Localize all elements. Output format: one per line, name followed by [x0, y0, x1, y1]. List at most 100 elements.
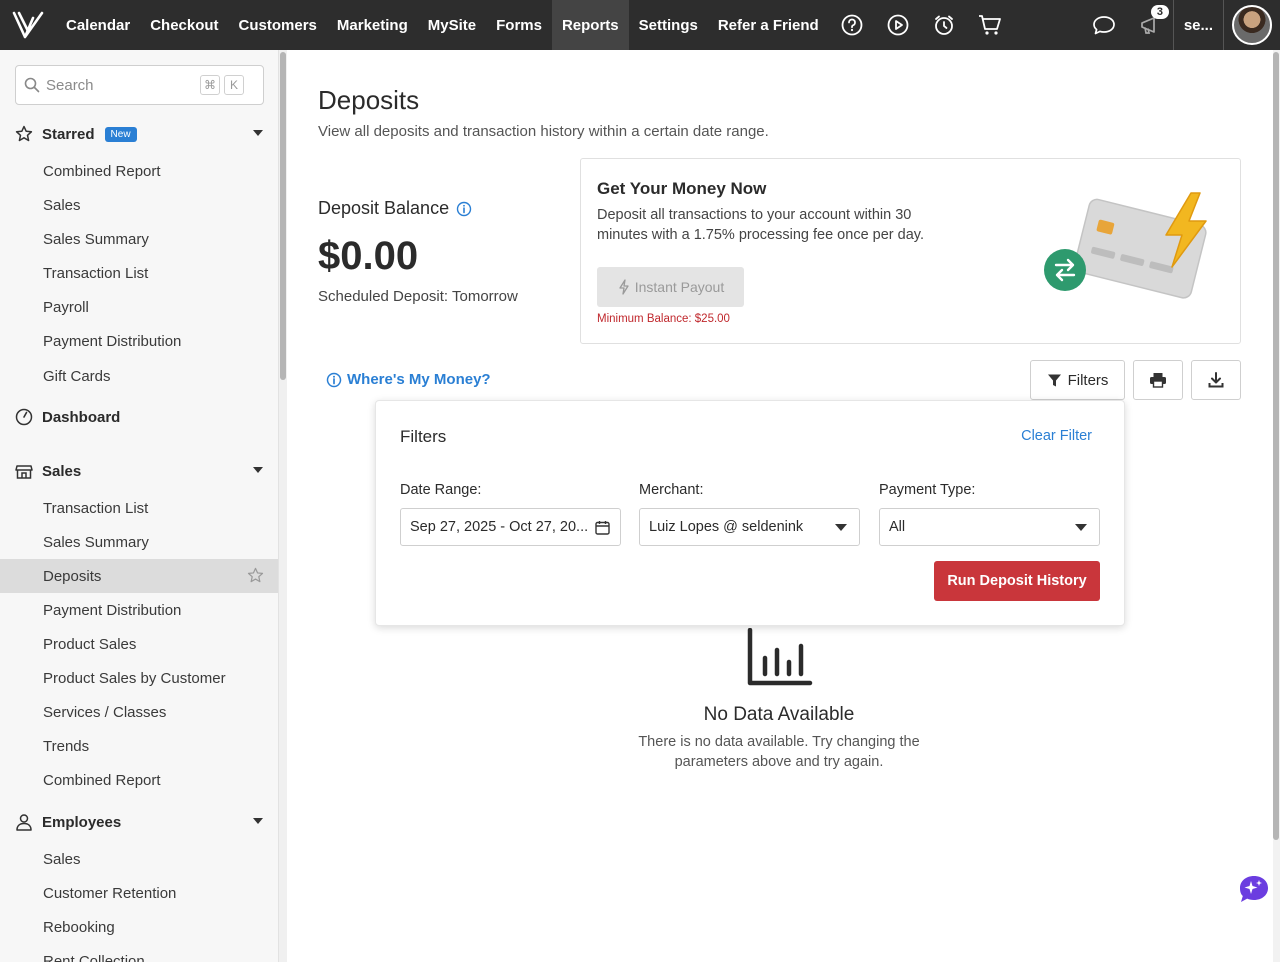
- clear-filter-link[interactable]: Clear Filter: [1021, 428, 1092, 444]
- instant-payout-label: Instant Payout: [634, 279, 725, 295]
- cart-icon[interactable]: [967, 0, 1013, 50]
- download-icon: [1208, 372, 1224, 388]
- sales-item-combined-report[interactable]: Combined Report: [0, 763, 278, 797]
- sales-item-sales-summary[interactable]: Sales Summary: [0, 525, 278, 559]
- employees-item-customer-retention[interactable]: Customer Retention: [0, 876, 278, 910]
- starred-item-payment-distribution[interactable]: Payment Distribution: [0, 324, 278, 358]
- merchant-value: Luiz Lopes @ seldenink: [649, 519, 804, 535]
- new-badge: New: [104, 126, 137, 142]
- vagaro-logo[interactable]: [0, 0, 56, 50]
- starred-item-gift-cards[interactable]: Gift Cards: [0, 359, 278, 393]
- employees-item-sales[interactable]: Sales: [0, 842, 278, 876]
- sidebar-scrollbar[interactable]: [279, 50, 287, 962]
- sales-item-trends[interactable]: Trends: [0, 729, 278, 763]
- filter-icon: [1047, 374, 1061, 386]
- merchant-label: Merchant:: [639, 482, 704, 498]
- nav-reports[interactable]: Reports: [551, 0, 629, 50]
- minimum-balance-note: Minimum Balance: $25.00: [597, 313, 730, 325]
- nav-calendar[interactable]: Calendar: [56, 0, 140, 50]
- avatar-image: [1232, 5, 1272, 45]
- star-icon: [15, 125, 33, 143]
- nav-refer-a-friend[interactable]: Refer a Friend: [708, 0, 829, 50]
- nav-checkout[interactable]: Checkout: [140, 0, 228, 50]
- play-video-icon[interactable]: [875, 0, 921, 50]
- sidebar: ⌘ K Starred New Combined Report Sales Sa…: [0, 50, 279, 962]
- lightning-icon: [619, 279, 629, 295]
- section-dashboard[interactable]: Dashboard: [0, 402, 278, 432]
- nav-marketing[interactable]: Marketing: [327, 0, 418, 50]
- sidebar-scrollbar-thumb[interactable]: [280, 52, 286, 380]
- run-deposit-history-button[interactable]: Run Deposit History: [934, 561, 1100, 601]
- wheres-my-money-link[interactable]: Where's My Money?: [326, 371, 491, 388]
- sales-item-transaction-list[interactable]: Transaction List: [0, 491, 278, 525]
- page-subtitle: View all deposits and transaction histor…: [318, 123, 769, 140]
- user-menu[interactable]: se...: [1172, 0, 1224, 50]
- payment-type-value: All: [889, 519, 906, 535]
- promo-description: Deposit all transactions to your account…: [597, 207, 924, 243]
- instant-payout-button[interactable]: Instant Payout: [597, 267, 744, 307]
- payment-type-label: Payment Type:: [879, 482, 976, 498]
- favorite-star-icon[interactable]: [247, 567, 264, 588]
- starred-item-transaction-list[interactable]: Transaction List: [0, 256, 278, 290]
- page-scrollbar-thumb[interactable]: [1273, 52, 1279, 840]
- chevron-down-icon: [1075, 524, 1087, 531]
- chat-icon[interactable]: [1081, 0, 1127, 50]
- credit-card-lightning-illustration: [1044, 192, 1207, 299]
- ai-assistant-sparkle-icon[interactable]: [1238, 874, 1270, 904]
- info-icon: [326, 372, 342, 387]
- section-starred[interactable]: Starred New: [0, 119, 278, 149]
- notifications-button[interactable]: 3: [1127, 0, 1173, 50]
- download-button[interactable]: [1191, 360, 1241, 400]
- starred-item-payroll[interactable]: Payroll: [0, 290, 278, 324]
- main-content: Deposits View all deposits and transacti…: [287, 50, 1273, 962]
- nav-settings[interactable]: Settings: [629, 0, 708, 50]
- starred-item-sales-summary[interactable]: Sales Summary: [0, 222, 278, 256]
- page-scrollbar[interactable]: [1273, 50, 1280, 962]
- section-dashboard-label: Dashboard: [42, 408, 121, 426]
- merchant-select[interactable]: Luiz Lopes @ seldenink: [639, 508, 860, 546]
- sales-item-payment-distribution[interactable]: Payment Distribution: [0, 593, 278, 627]
- person-icon: [15, 813, 33, 831]
- bar-chart-icon: [747, 628, 813, 686]
- section-employees[interactable]: Employees: [0, 807, 278, 837]
- starred-item-combined-report[interactable]: Combined Report: [0, 154, 278, 188]
- no-data-title: No Data Available: [703, 704, 855, 725]
- section-employees-label: Employees: [42, 813, 122, 831]
- alarm-clock-icon[interactable]: [921, 0, 967, 50]
- sales-item-services-classes[interactable]: Services / Classes: [0, 695, 278, 729]
- page-title: Deposits: [318, 85, 420, 115]
- chevron-down-icon: [253, 818, 263, 824]
- nav-customers[interactable]: Customers: [229, 0, 327, 50]
- employees-item-rebooking[interactable]: Rebooking: [0, 910, 278, 944]
- section-sales[interactable]: Sales: [0, 456, 278, 486]
- help-icon[interactable]: [829, 0, 875, 50]
- sales-item-product-sales-by-customer[interactable]: Product Sales by Customer: [0, 661, 278, 695]
- date-range-value: Sep 27, 2025 - Oct 27, 20...: [410, 519, 589, 535]
- nav-forms[interactable]: Forms: [486, 0, 552, 50]
- sidebar-search[interactable]: ⌘ K: [15, 65, 264, 105]
- shortcut-key-k: K: [224, 75, 244, 95]
- date-range-field[interactable]: Sep 27, 2025 - Oct 27, 20...: [400, 508, 621, 546]
- filters-button[interactable]: Filters: [1030, 360, 1125, 400]
- sales-item-deposits-label: Deposits: [43, 567, 102, 585]
- chevron-down-icon: [253, 467, 263, 473]
- gauge-icon: [15, 408, 33, 426]
- instant-payout-card: Get Your Money Now Deposit all transacti…: [580, 158, 1241, 344]
- info-icon[interactable]: [456, 201, 472, 217]
- shortcut-key-cmd: ⌘: [200, 75, 220, 95]
- notification-count-badge: 3: [1150, 5, 1169, 19]
- promo-title: Get Your Money Now: [597, 179, 767, 198]
- sales-item-product-sales[interactable]: Product Sales: [0, 627, 278, 661]
- print-button[interactable]: [1133, 360, 1183, 400]
- no-data-description: There is no data available. Try changing…: [638, 734, 920, 770]
- search-input[interactable]: [46, 76, 196, 94]
- payment-type-select[interactable]: All: [879, 508, 1100, 546]
- print-icon: [1150, 373, 1166, 388]
- sales-item-deposits[interactable]: Deposits: [0, 559, 278, 593]
- deposit-balance-amount: $0.00: [318, 234, 419, 278]
- starred-item-sales[interactable]: Sales: [0, 188, 278, 222]
- section-sales-label: Sales: [42, 462, 82, 480]
- employees-item-rent-collection[interactable]: Rent Collection: [0, 944, 278, 962]
- avatar[interactable]: [1224, 0, 1280, 50]
- nav-mysite[interactable]: MySite: [418, 0, 486, 50]
